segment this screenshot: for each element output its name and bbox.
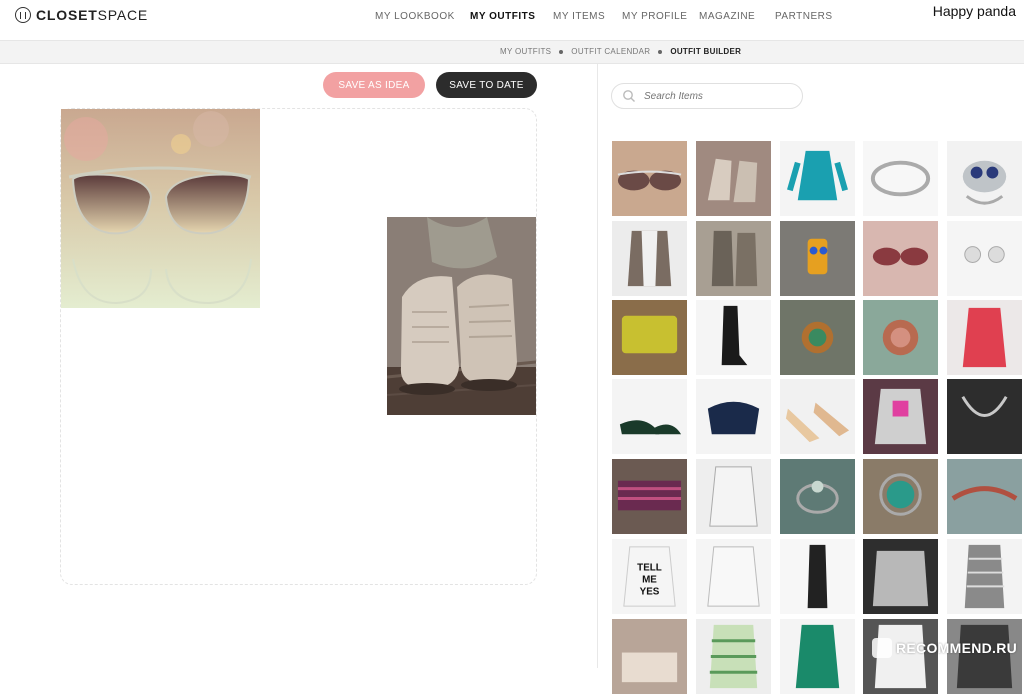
subnav-outfit-builder[interactable]: OUTFIT BUILDER — [670, 47, 741, 56]
closet-item-tile[interactable] — [863, 221, 938, 296]
search-icon — [623, 90, 635, 102]
recommend-logo-icon — [872, 638, 892, 658]
closet-item-tile[interactable] — [696, 221, 771, 296]
closet-item-tile[interactable] — [696, 300, 771, 375]
striped-dress-icon — [964, 544, 1005, 609]
green-stripe-top-icon — [709, 624, 758, 689]
panel-divider — [597, 64, 598, 668]
tall-boots-icon — [721, 305, 748, 366]
fur-vest-icon — [627, 230, 672, 287]
separator-dot — [658, 49, 663, 54]
closetspace-logo[interactable]: CLOSETSPACE — [15, 7, 148, 23]
closet-item-tile[interactable] — [780, 459, 855, 534]
closet-item-tile[interactable] — [612, 379, 687, 454]
painted-heels-icon — [785, 402, 850, 443]
nav-item-magazine[interactable]: MAGAZINE — [699, 11, 755, 22]
closet-item-tile[interactable] — [696, 459, 771, 534]
closet-item-tile[interactable] — [947, 221, 1022, 296]
green-pumps-icon — [619, 420, 682, 435]
closet-item-tile[interactable] — [612, 221, 687, 296]
navy-clutch-icon — [707, 401, 760, 435]
closet-item-tile[interactable] — [780, 221, 855, 296]
sunglasses-icon — [872, 247, 929, 266]
closet-item-tile[interactable] — [696, 141, 771, 216]
closet-item-tile[interactable] — [947, 539, 1022, 614]
user-name[interactable]: Happy panda — [933, 3, 1016, 19]
search-box[interactable] — [611, 83, 803, 109]
sub-nav-bar: MY OUTFITS OUTFIT CALENDAR OUTFIT BUILDER — [0, 40, 1024, 64]
closet-item-tile[interactable] — [696, 379, 771, 454]
top-bar: CLOSETSPACE MY LOOKBOOK MY OUTFITS MY IT… — [0, 0, 1024, 40]
silver-bracelet-icon — [870, 160, 931, 197]
owl-pendant-icon — [807, 238, 828, 275]
save-to-date-button[interactable]: SAVE TO DATE — [436, 72, 537, 98]
nav-item-my-lookbook[interactable]: MY LOOKBOOK — [375, 11, 455, 22]
closet-item-tile[interactable] — [612, 459, 687, 534]
closet-item-tile[interactable] — [863, 539, 938, 614]
subnav-outfit-calendar[interactable]: OUTFIT CALENDAR — [571, 47, 650, 56]
closet-item-tile[interactable] — [612, 141, 687, 216]
nav-item-my-outfits[interactable]: MY OUTFITS — [470, 11, 535, 22]
black-outfit-icon — [807, 544, 828, 609]
closet-item-tile[interactable] — [780, 300, 855, 375]
lace-boots-icon — [707, 158, 758, 203]
grey-knit-icon — [872, 550, 929, 607]
canvas-item-sunglasses[interactable] — [61, 109, 260, 308]
slogan-sweater-icon: TELLMEYES — [623, 546, 676, 607]
chain-necklace-icon — [961, 396, 1008, 417]
closet-item-tile[interactable] — [863, 379, 938, 454]
canvas-item-boots[interactable] — [387, 217, 536, 415]
recommend-watermark: RECOMMEND.RU — [872, 638, 1017, 658]
svg-text:ME: ME — [642, 574, 657, 585]
closet-item-tile[interactable] — [696, 539, 771, 614]
boots-icon — [387, 217, 536, 415]
subnav-my-outfits[interactable]: MY OUTFITS — [500, 47, 551, 56]
closet-item-tile[interactable] — [863, 459, 938, 534]
closet-item-tile[interactable] — [780, 619, 855, 694]
glass-bead-icon — [801, 321, 834, 354]
sunglasses-icon — [617, 170, 682, 191]
closet-item-tile[interactable] — [863, 141, 938, 216]
stone-ring-icon — [882, 319, 919, 356]
pink-coat-icon — [962, 307, 1007, 368]
closet-item-tile[interactable] — [612, 300, 687, 375]
bead-bracelet-icon — [951, 486, 1018, 501]
sunglasses-icon — [61, 109, 260, 308]
lace-top-icon — [709, 466, 758, 527]
nav-item-my-items[interactable]: MY ITEMS — [553, 11, 605, 22]
closet-item-tile[interactable]: TELL ME YES — [612, 539, 687, 614]
pearl-earrings-icon — [964, 246, 1005, 263]
owl-ring-icon — [962, 160, 1007, 205]
closet-item-tile[interactable] — [947, 459, 1022, 534]
closet-item-tile[interactable] — [780, 141, 855, 216]
nav-item-partners[interactable]: PARTNERS — [775, 11, 833, 22]
grey-sweater-icon — [874, 388, 927, 445]
closet-item-tile[interactable] — [863, 300, 938, 375]
closet-item-tile[interactable] — [780, 379, 855, 454]
svg-text:YES: YES — [640, 586, 660, 597]
breadcrumb: MY OUTFITS OUTFIT CALENDAR OUTFIT BUILDER — [500, 47, 741, 56]
closet-item-tile[interactable] — [947, 300, 1022, 375]
clutch-icon — [621, 652, 678, 683]
closet-item-tile[interactable] — [947, 141, 1022, 216]
svg-text:TELL: TELL — [637, 563, 662, 574]
separator-dot — [559, 49, 564, 54]
closet-item-tile[interactable] — [612, 619, 687, 694]
closet-logo-icon — [15, 7, 31, 23]
teal-coat-icon — [787, 150, 848, 201]
glass-ring-icon — [796, 480, 839, 514]
search-input[interactable] — [642, 89, 796, 103]
closet-item-tile[interactable] — [947, 379, 1022, 454]
ankle-boots-icon — [711, 230, 758, 287]
brand-name: CLOSETSPACE — [36, 7, 149, 23]
closet-item-tile[interactable] — [780, 539, 855, 614]
striped-scarf-icon — [617, 480, 682, 511]
closet-item-tile[interactable] — [696, 619, 771, 694]
white-blouse-icon — [707, 546, 760, 607]
yellow-bag-icon — [621, 315, 678, 354]
turquoise-ring-icon — [879, 473, 922, 516]
nav-item-my-profile[interactable]: MY PROFILE — [622, 11, 687, 22]
green-coat-icon — [795, 624, 840, 689]
save-as-idea-button[interactable]: SAVE AS IDEA — [323, 72, 425, 98]
